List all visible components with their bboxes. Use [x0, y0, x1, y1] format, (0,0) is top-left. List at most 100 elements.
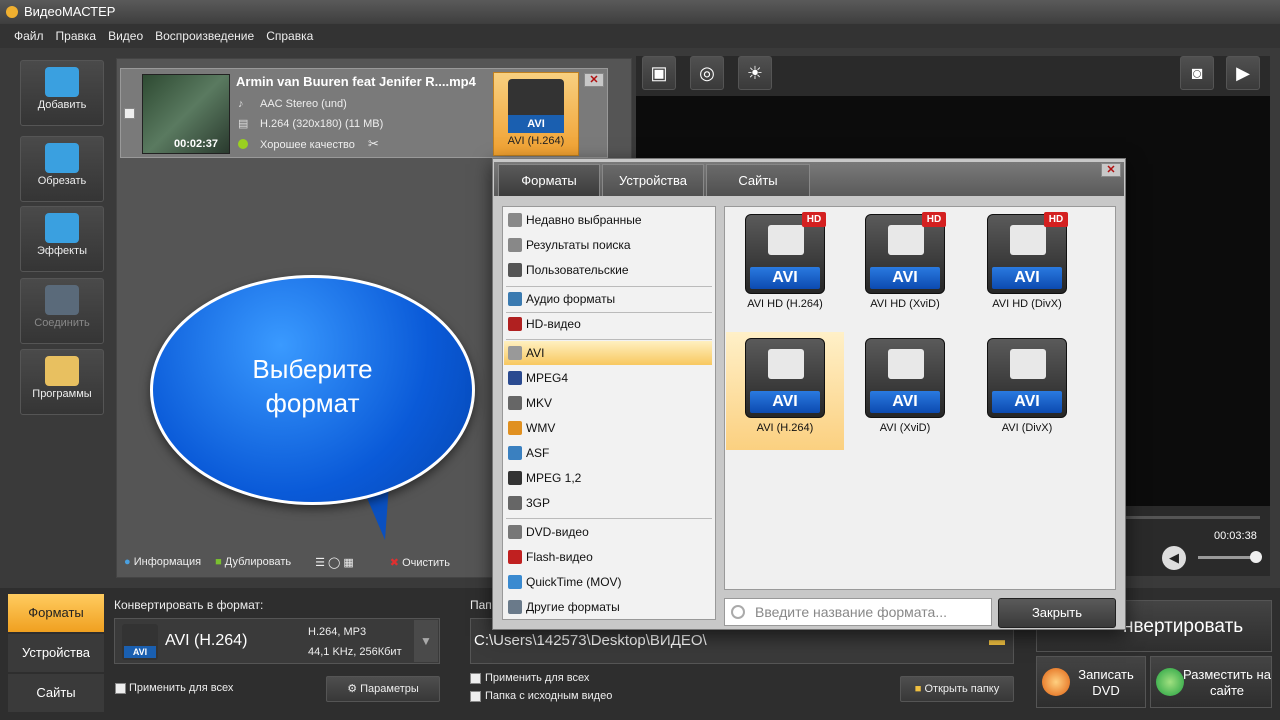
- info-button[interactable]: ● Информация: [124, 556, 201, 568]
- programs-button-label: Программы: [32, 388, 92, 400]
- format-category-9[interactable]: ASF: [504, 441, 712, 465]
- format-category-label: ASF: [526, 446, 550, 460]
- format-card[interactable]: AVI HD AVI HD (XviD): [846, 208, 964, 326]
- format-category-0[interactable]: Недавно выбранные: [504, 208, 712, 232]
- magic-wand-icon: [45, 213, 79, 243]
- tab-devices[interactable]: Устройства: [8, 634, 104, 672]
- apply-all-folder-checkbox[interactable]: [470, 673, 481, 684]
- hd-badge: HD: [1044, 212, 1068, 227]
- trim-button[interactable]: Обрезать: [20, 136, 104, 202]
- gear-icon: ⚙: [347, 683, 358, 695]
- format-category-label: Аудио форматы: [526, 292, 616, 306]
- volume-knob[interactable]: [1250, 551, 1262, 563]
- clear-button[interactable]: ✖ Очистить: [390, 556, 450, 569]
- format-card-label: AVI (DivX): [1001, 422, 1053, 434]
- apply-all-checkbox[interactable]: [115, 683, 126, 694]
- format-category-4[interactable]: HD-видео: [504, 312, 712, 336]
- format-category-label: MPEG 1,2: [526, 471, 582, 485]
- tab-sites[interactable]: Сайты: [8, 674, 104, 712]
- format-category-10[interactable]: MPEG 1,2: [504, 466, 712, 490]
- format-card-badge: AVI: [992, 391, 1062, 413]
- format-category-label: DVD-видео: [526, 525, 589, 539]
- programs-icon: [45, 356, 79, 386]
- chevron-down-icon[interactable]: ▼: [414, 620, 438, 662]
- format-category-7[interactable]: MKV: [504, 391, 712, 415]
- globe-icon: [1156, 668, 1184, 696]
- mkv-icon: [508, 396, 522, 410]
- crop-tool-icon[interactable]: ▣: [642, 56, 676, 90]
- add-button[interactable]: Добавить: [20, 60, 104, 126]
- format-category-label: WMV: [526, 421, 556, 435]
- duplicate-button-label: Дублировать: [224, 556, 292, 568]
- search-icon: [731, 605, 745, 619]
- search-results-icon: [508, 238, 522, 252]
- source-folder-checkbox[interactable]: [470, 691, 481, 702]
- format-category-5[interactable]: AVI: [504, 341, 712, 365]
- format-category-12[interactable]: DVD-видео: [504, 520, 712, 544]
- add-button-label: Добавить: [37, 99, 87, 111]
- format-category-label: Недавно выбранные: [526, 213, 642, 227]
- output-path: C:\Users\142573\Desktop\ВИДЕО\: [474, 632, 707, 649]
- folder-icon[interactable]: ▬: [984, 632, 1010, 658]
- programs-button[interactable]: Программы: [20, 349, 104, 415]
- menu-video[interactable]: Видео: [108, 29, 143, 43]
- format-card-label: AVI HD (XviD): [870, 298, 940, 310]
- dialog-tab-sites[interactable]: Сайты: [706, 164, 810, 196]
- format-category-8[interactable]: WMV: [504, 416, 712, 440]
- format-category-11[interactable]: 3GP: [504, 491, 712, 515]
- params-button[interactable]: ⚙ Параметры: [326, 676, 440, 702]
- dialog-close-icon[interactable]: ✕: [1101, 163, 1121, 177]
- rotate-tool-icon[interactable]: ◎: [690, 56, 724, 90]
- menu-playback[interactable]: Воспроизведение: [155, 29, 254, 43]
- format-category-2[interactable]: Пользовательские: [504, 258, 712, 282]
- camera-body: [888, 225, 924, 255]
- format-category-13[interactable]: Flash-видео: [504, 545, 712, 569]
- format-card[interactable]: AVI AVI (DivX): [968, 332, 1086, 450]
- tab-formats[interactable]: Форматы: [8, 594, 104, 632]
- menu-edit[interactable]: Правка: [56, 29, 97, 43]
- format-card[interactable]: AVI HD AVI HD (H.264): [726, 208, 844, 326]
- format-category-label: AVI: [526, 346, 545, 360]
- format-card-badge: AVI: [870, 267, 940, 289]
- close-button[interactable]: Закрыть: [998, 598, 1116, 628]
- dialog-tab-formats[interactable]: Форматы: [498, 164, 600, 196]
- join-icon: [45, 285, 79, 315]
- trim-button-label: Обрезать: [37, 175, 87, 187]
- format-card[interactable]: AVI HD AVI HD (DivX): [968, 208, 1086, 326]
- format-card[interactable]: AVI AVI (H.264): [726, 332, 844, 450]
- file-checkbox[interactable]: [124, 108, 135, 119]
- format-badge: AVI: [124, 646, 156, 658]
- volume-slider[interactable]: [1198, 556, 1258, 559]
- hd-icon: [508, 317, 522, 331]
- clear-button-label: Очистить: [402, 556, 450, 569]
- params-button-label: Параметры: [360, 683, 419, 695]
- effects-button[interactable]: Эффекты: [20, 206, 104, 272]
- remove-file-button[interactable]: ✕: [584, 73, 604, 87]
- format-category-14[interactable]: QuickTime (MOV): [504, 570, 712, 594]
- format-category-3[interactable]: Аудио форматы: [504, 287, 712, 311]
- open-folder-button[interactable]: ■ Открыть папку: [900, 676, 1014, 702]
- join-button[interactable]: Соединить: [20, 278, 104, 344]
- fullscreen-play-icon[interactable]: ▶: [1226, 56, 1260, 90]
- dialog-tab-devices[interactable]: Устройства: [602, 164, 704, 196]
- seek-bar[interactable]: [1126, 516, 1260, 519]
- thumbnail-duration: 00:02:37: [174, 138, 219, 150]
- menu-file[interactable]: Файл: [14, 29, 44, 43]
- duplicate-button[interactable]: ■ Дублировать: [215, 556, 291, 568]
- format-category-label: Пользовательские: [526, 263, 629, 277]
- format-card-badge: AVI: [750, 391, 820, 413]
- menu-help[interactable]: Справка: [266, 29, 313, 43]
- upload-site-label: Разместить на сайте: [1183, 667, 1271, 698]
- format-category-label: 3GP: [526, 496, 551, 510]
- scissors-small-icon[interactable]: ✂: [368, 136, 379, 152]
- view-toggle[interactable]: ☰ ◯ ▦: [315, 556, 354, 569]
- format-search-input[interactable]: Введите название формата...: [724, 598, 992, 626]
- format-category-15[interactable]: Другие форматы: [504, 595, 712, 619]
- brightness-tool-icon[interactable]: ☀: [738, 56, 772, 90]
- snapshot-camera-icon[interactable]: ◙: [1180, 56, 1214, 90]
- volume-icon[interactable]: ◀: [1162, 546, 1186, 570]
- format-category-6[interactable]: MPEG4: [504, 366, 712, 390]
- format-card[interactable]: AVI AVI (XviD): [846, 332, 964, 450]
- format-category-1[interactable]: Результаты поиска: [504, 233, 712, 257]
- file-format-badge[interactable]: AVI AVI (H.264): [493, 72, 579, 156]
